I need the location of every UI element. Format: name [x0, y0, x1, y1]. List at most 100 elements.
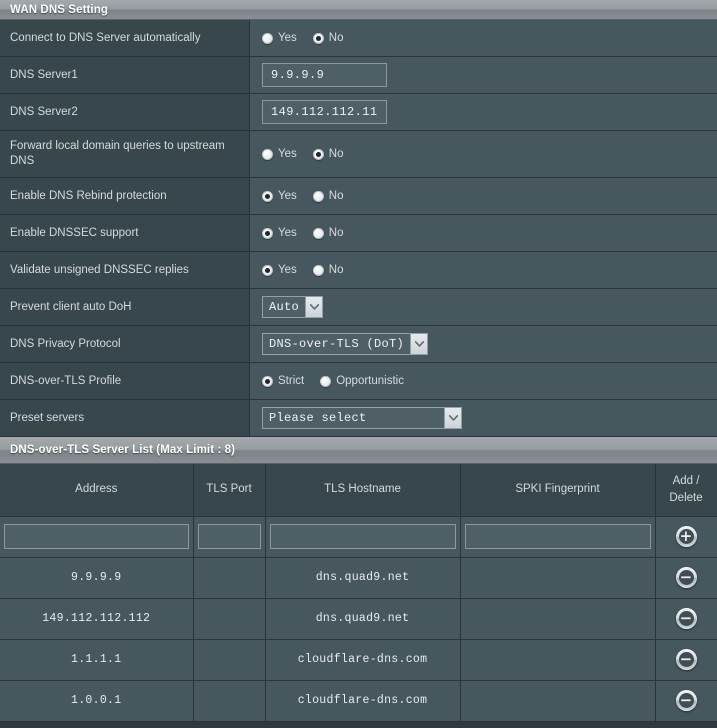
radio-enable-dns-rebind-protection-no[interactable]: No [312, 190, 344, 202]
column-header-add-delete: Add / Delete [655, 464, 717, 517]
table-row: 1.0.0.1 cloudflare-dns.com − [0, 680, 717, 722]
radio-label: Yes [278, 264, 297, 276]
setting-label-enable-dns-rebind-protection: Enable DNS Rebind protection [0, 178, 250, 214]
delete-server-button[interactable]: − [675, 608, 697, 629]
table-header-row: Address TLS Port TLS Hostname SPKI Finge… [0, 464, 717, 517]
radio-indicator-icon [262, 264, 273, 276]
add-server-button[interactable]: + [675, 526, 697, 547]
dns-settings-page: WAN DNS Setting Connect to DNS Server au… [0, 0, 717, 728]
setting-value-enable-dns-rebind-protection: Yes No [250, 178, 717, 214]
radio-indicator-icon [262, 227, 273, 239]
wan-dns-settings-list: Connect to DNS Server automatically Yes No… [0, 20, 717, 437]
setting-value-dns-privacy-protocol: DNS-over-TLS (DoT) [250, 326, 717, 362]
table-row: 1.1.1.1 cloudflare-dns.com − [0, 639, 717, 681]
setting-label-prevent-client-auto-doh: Prevent client auto DoH [0, 289, 250, 325]
input-dns-server1[interactable] [262, 63, 387, 87]
radio-group-enable-dnssec-support: Yes No [262, 227, 343, 239]
radio-indicator-icon [312, 264, 324, 276]
new-server-tls-hostname-input[interactable] [269, 524, 456, 549]
radio-group-validate-unsigned-dnssec-replies: Yes No [262, 264, 343, 276]
radio-indicator-icon [262, 148, 273, 160]
new-server-address-input[interactable] [4, 524, 189, 549]
chevron-down-icon [410, 334, 428, 354]
setting-value-validate-unsigned-dnssec-replies: Yes No [250, 252, 717, 288]
radio-group-dns-over-tls-profile: Strict Opportunistic [262, 375, 404, 387]
new-server-spki-input[interactable] [464, 524, 651, 549]
select-value: DNS-over-TLS (DoT) [269, 337, 405, 351]
radio-label: No [328, 32, 344, 44]
select-value: Auto [269, 300, 300, 314]
chevron-down-icon [444, 408, 461, 428]
cell-tls-port [193, 598, 266, 640]
new-server-tls-port-input[interactable] [197, 524, 261, 549]
setting-value-dns-over-tls-profile: Strict Opportunistic [250, 363, 717, 399]
add-delete-header-line1: Add / [672, 474, 700, 487]
cell-tls-hostname: dns.quad9.net [265, 557, 461, 599]
radio-connect-to-dns-server-automatically-yes[interactable]: Yes [262, 32, 297, 44]
table-row: 149.112.112.112 dns.quad9.net − [0, 598, 717, 640]
new-server-spki-input-cell [460, 516, 656, 558]
radio-label: Yes [278, 148, 297, 160]
radio-dns-over-tls-profile-strict[interactable]: Strict [262, 375, 304, 387]
radio-indicator-icon [312, 32, 324, 44]
chevron-down-icon [305, 297, 323, 317]
radio-enable-dnssec-support-no[interactable]: No [312, 227, 344, 239]
radio-indicator-icon [320, 375, 332, 387]
delete-server-cell: − [655, 598, 717, 640]
radio-forward-local-domain-queries-to-upstream-dns-yes[interactable]: Yes [262, 148, 297, 160]
setting-label-dns-privacy-protocol: DNS Privacy Protocol [0, 326, 250, 362]
radio-label: No [328, 190, 344, 202]
cell-address: 9.9.9.9 [0, 557, 194, 599]
server-list-section-title: DNS-over-TLS Server List (Max Limit : 8) [10, 444, 236, 456]
setting-label-preset-servers: Preset servers [0, 400, 250, 436]
minus-icon: − [679, 567, 693, 586]
column-header-tls-port: TLS Port [193, 464, 266, 517]
dot-server-table-head: Address TLS Port TLS Hostname SPKI Finge… [0, 464, 717, 517]
setting-label-connect-to-dns-server-automatically: Connect to DNS Server automatically [0, 20, 250, 56]
add-server-cell: + [655, 516, 717, 558]
setting-label-dns-over-tls-profile: DNS-over-TLS Profile [0, 363, 250, 399]
radio-label: No [328, 227, 344, 239]
setting-label-dns-server1: DNS Server1 [0, 57, 250, 93]
radio-label: Opportunistic [336, 375, 404, 387]
cell-tls-hostname: cloudflare-dns.com [265, 680, 461, 722]
new-server-tls-hostname-input-cell [265, 516, 461, 558]
delete-server-button[interactable]: − [675, 690, 697, 711]
radio-enable-dnssec-support-yes[interactable]: Yes [262, 227, 297, 239]
delete-server-button[interactable]: − [675, 649, 697, 670]
setting-value-dns-server2 [250, 94, 717, 130]
cell-spki-fingerprint [460, 598, 656, 640]
radio-indicator-icon [262, 375, 273, 387]
new-server-address-input-cell [0, 516, 194, 558]
radio-enable-dns-rebind-protection-yes[interactable]: Yes [262, 190, 297, 202]
radio-label: Yes [278, 32, 297, 44]
radio-dns-over-tls-profile-opportunistic[interactable]: Opportunistic [320, 375, 404, 387]
delete-server-cell: − [655, 639, 717, 681]
cell-tls-hostname: dns.quad9.net [265, 598, 461, 640]
select-dns-privacy-protocol[interactable]: DNS-over-TLS (DoT) [262, 333, 429, 355]
column-header-spki-fingerprint: SPKI Fingerprint [460, 464, 656, 517]
radio-group-forward-local-domain-queries-to-upstream-dns: Yes No [262, 148, 343, 160]
delete-server-cell: − [655, 557, 717, 599]
radio-label: No [328, 264, 344, 276]
radio-indicator-icon [262, 190, 273, 202]
cell-tls-hostname: cloudflare-dns.com [265, 639, 461, 681]
radio-connect-to-dns-server-automatically-no[interactable]: No [312, 32, 344, 44]
setting-label-dns-server2: DNS Server2 [0, 94, 250, 130]
new-server-tls-port-input-cell [193, 516, 266, 558]
setting-label-forward-local-domain-queries-to-upstream-dns: Forward local domain queries to upstream… [0, 131, 250, 177]
setting-value-enable-dnssec-support: Yes No [250, 215, 717, 251]
radio-validate-unsigned-dnssec-replies-no[interactable]: No [312, 264, 344, 276]
radio-validate-unsigned-dnssec-replies-yes[interactable]: Yes [262, 264, 297, 276]
radio-indicator-icon [312, 227, 324, 239]
input-dns-server2[interactable] [262, 100, 387, 124]
cell-address: 1.0.0.1 [0, 680, 194, 722]
select-prevent-client-auto-doh[interactable]: Auto [262, 296, 324, 318]
cell-tls-port [193, 557, 266, 599]
select-value: Please select [269, 411, 367, 425]
radio-indicator-icon [312, 148, 324, 160]
radio-forward-local-domain-queries-to-upstream-dns-no[interactable]: No [312, 148, 343, 160]
setting-value-preset-servers: Please select [250, 400, 717, 436]
delete-server-button[interactable]: − [675, 567, 697, 588]
select-preset-servers[interactable]: Please select [262, 407, 462, 429]
